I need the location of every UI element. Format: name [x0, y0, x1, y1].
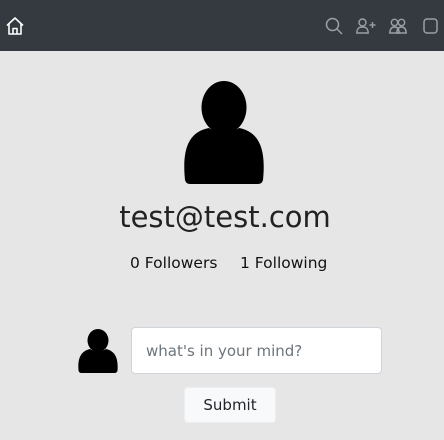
search-icon[interactable] [325, 17, 343, 35]
home-icon[interactable] [5, 16, 25, 36]
users-icon[interactable] [389, 18, 407, 34]
add-user-icon[interactable] [356, 18, 376, 34]
profile-avatar-icon [183, 80, 265, 184]
post-input[interactable] [131, 327, 382, 374]
following-count[interactable]: 1 Following [240, 252, 327, 274]
profile-stats: 0 Followers 1 Following [0, 252, 444, 274]
submit-button[interactable]: Submit [184, 387, 276, 423]
post-avatar-icon [78, 329, 118, 373]
profile-email: test@test.com [119, 200, 331, 234]
navbar [0, 0, 444, 51]
square-icon[interactable] [423, 18, 438, 34]
followers-count[interactable]: 0 Followers [130, 252, 217, 274]
